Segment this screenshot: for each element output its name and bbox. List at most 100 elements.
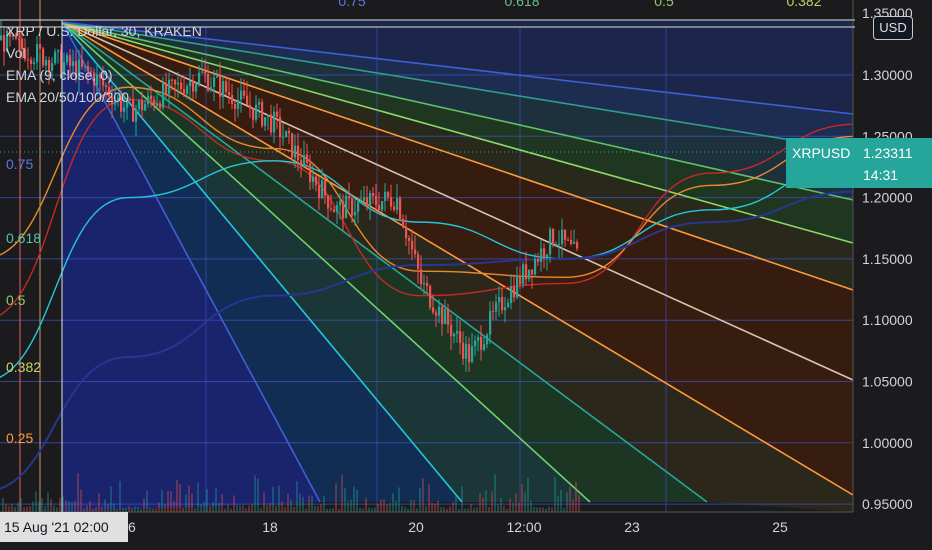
volume-bar bbox=[425, 506, 427, 512]
legend-ema-multi[interactable]: EMA 20/50/100/200 bbox=[6, 86, 202, 108]
volume-bar bbox=[431, 502, 433, 512]
volume-bar bbox=[302, 496, 304, 512]
candle-body bbox=[312, 176, 315, 183]
candle-body bbox=[453, 333, 456, 337]
volume-bar bbox=[503, 505, 505, 512]
volume-bar bbox=[281, 501, 283, 512]
candle-body bbox=[480, 336, 483, 350]
volume-bar bbox=[557, 496, 559, 512]
volume-bar bbox=[500, 498, 502, 512]
candle-body bbox=[546, 254, 549, 258]
y-tick-label: 1.05000 bbox=[862, 374, 913, 390]
volume-bar bbox=[305, 508, 307, 512]
volume-bar bbox=[323, 496, 325, 512]
volume-bar bbox=[275, 505, 277, 512]
volume-bar bbox=[119, 480, 121, 512]
volume-bar bbox=[359, 507, 361, 512]
candle-body bbox=[357, 202, 360, 212]
candle-body bbox=[225, 81, 228, 93]
legend-ema-9[interactable]: EMA (9, close, 0) bbox=[6, 64, 202, 86]
volume-bar bbox=[221, 494, 223, 512]
volume-bar bbox=[188, 485, 190, 512]
candle-body bbox=[318, 185, 321, 199]
fib-top-label: 0.382 bbox=[786, 0, 821, 9]
candle-body bbox=[321, 180, 324, 199]
volume-bar bbox=[578, 495, 580, 512]
volume-bar bbox=[335, 483, 337, 512]
volume-bar bbox=[38, 501, 40, 512]
volume-bar bbox=[32, 501, 34, 512]
candle-body bbox=[240, 90, 243, 100]
volume-bar bbox=[569, 486, 571, 512]
fib-left-label: 0.382 bbox=[6, 359, 41, 375]
volume-bar bbox=[539, 507, 541, 512]
candle-body bbox=[270, 114, 273, 133]
volume-bar bbox=[2, 497, 4, 512]
volume-bar bbox=[59, 497, 61, 512]
volume-bar bbox=[386, 504, 388, 512]
candle-body bbox=[504, 307, 507, 311]
volume-bar bbox=[575, 481, 577, 512]
volume-bar bbox=[209, 506, 211, 512]
candle-body bbox=[444, 309, 447, 325]
volume-bar bbox=[485, 490, 487, 512]
legend-volume[interactable]: Vol bbox=[6, 42, 202, 64]
candle-body bbox=[252, 108, 255, 120]
symbol-price-tag: XRPUSD bbox=[786, 138, 862, 188]
volume-bar bbox=[230, 508, 232, 512]
volume-bar bbox=[566, 492, 568, 512]
candle-body bbox=[345, 196, 348, 219]
candle-body bbox=[576, 242, 579, 249]
candle-body bbox=[303, 154, 306, 167]
candle-body bbox=[414, 249, 417, 255]
volume-bar bbox=[146, 490, 148, 512]
volume-bar bbox=[245, 508, 247, 512]
volume-bar bbox=[218, 503, 220, 512]
candle-body bbox=[381, 200, 384, 211]
candle-body bbox=[258, 101, 261, 105]
volume-bar bbox=[278, 485, 280, 512]
candle-body bbox=[396, 198, 399, 210]
volume-bar bbox=[320, 504, 322, 512]
candle-body bbox=[387, 191, 390, 198]
candle-body bbox=[135, 108, 138, 122]
candle-body bbox=[390, 197, 393, 207]
candle-body bbox=[306, 154, 309, 164]
volume-bar bbox=[395, 500, 397, 512]
volume-bar bbox=[161, 489, 163, 512]
volume-bar bbox=[368, 507, 370, 512]
candle-body bbox=[0, 35, 3, 41]
candle-body bbox=[315, 176, 318, 186]
candle-body bbox=[249, 105, 252, 109]
volume-bar bbox=[563, 507, 565, 512]
currency-button[interactable]: USD bbox=[873, 16, 913, 40]
volume-bar bbox=[17, 502, 19, 512]
volume-bar bbox=[467, 508, 469, 512]
volume-bar bbox=[68, 501, 70, 512]
candle-body bbox=[255, 104, 258, 120]
volume-bar bbox=[239, 505, 241, 512]
candle-body bbox=[213, 77, 216, 87]
candle-body bbox=[447, 309, 450, 325]
volume-bar bbox=[272, 486, 274, 512]
candle-body bbox=[423, 283, 426, 285]
candle-body bbox=[366, 197, 369, 207]
candle-body bbox=[123, 107, 126, 112]
y-tick-label: 1.15000 bbox=[862, 251, 913, 267]
volume-bar bbox=[179, 483, 181, 512]
volume-bar bbox=[77, 473, 79, 512]
bar-countdown: 14:31 bbox=[863, 167, 899, 183]
candle-body bbox=[408, 238, 411, 241]
candle-body bbox=[534, 258, 537, 275]
fib-top-label: 0.75 bbox=[338, 0, 365, 9]
volume-bar bbox=[497, 504, 499, 512]
candle-body bbox=[288, 130, 291, 134]
candle-body bbox=[372, 192, 375, 196]
volume-bar bbox=[167, 490, 169, 512]
volume-bar bbox=[389, 502, 391, 512]
volume-bar bbox=[518, 502, 520, 512]
volume-bar bbox=[284, 507, 286, 512]
candle-body bbox=[324, 180, 327, 196]
candle-body bbox=[243, 90, 246, 96]
legend-symbol[interactable]: XRP / U.S. Dollar, 30, KRAKEN bbox=[6, 20, 202, 42]
